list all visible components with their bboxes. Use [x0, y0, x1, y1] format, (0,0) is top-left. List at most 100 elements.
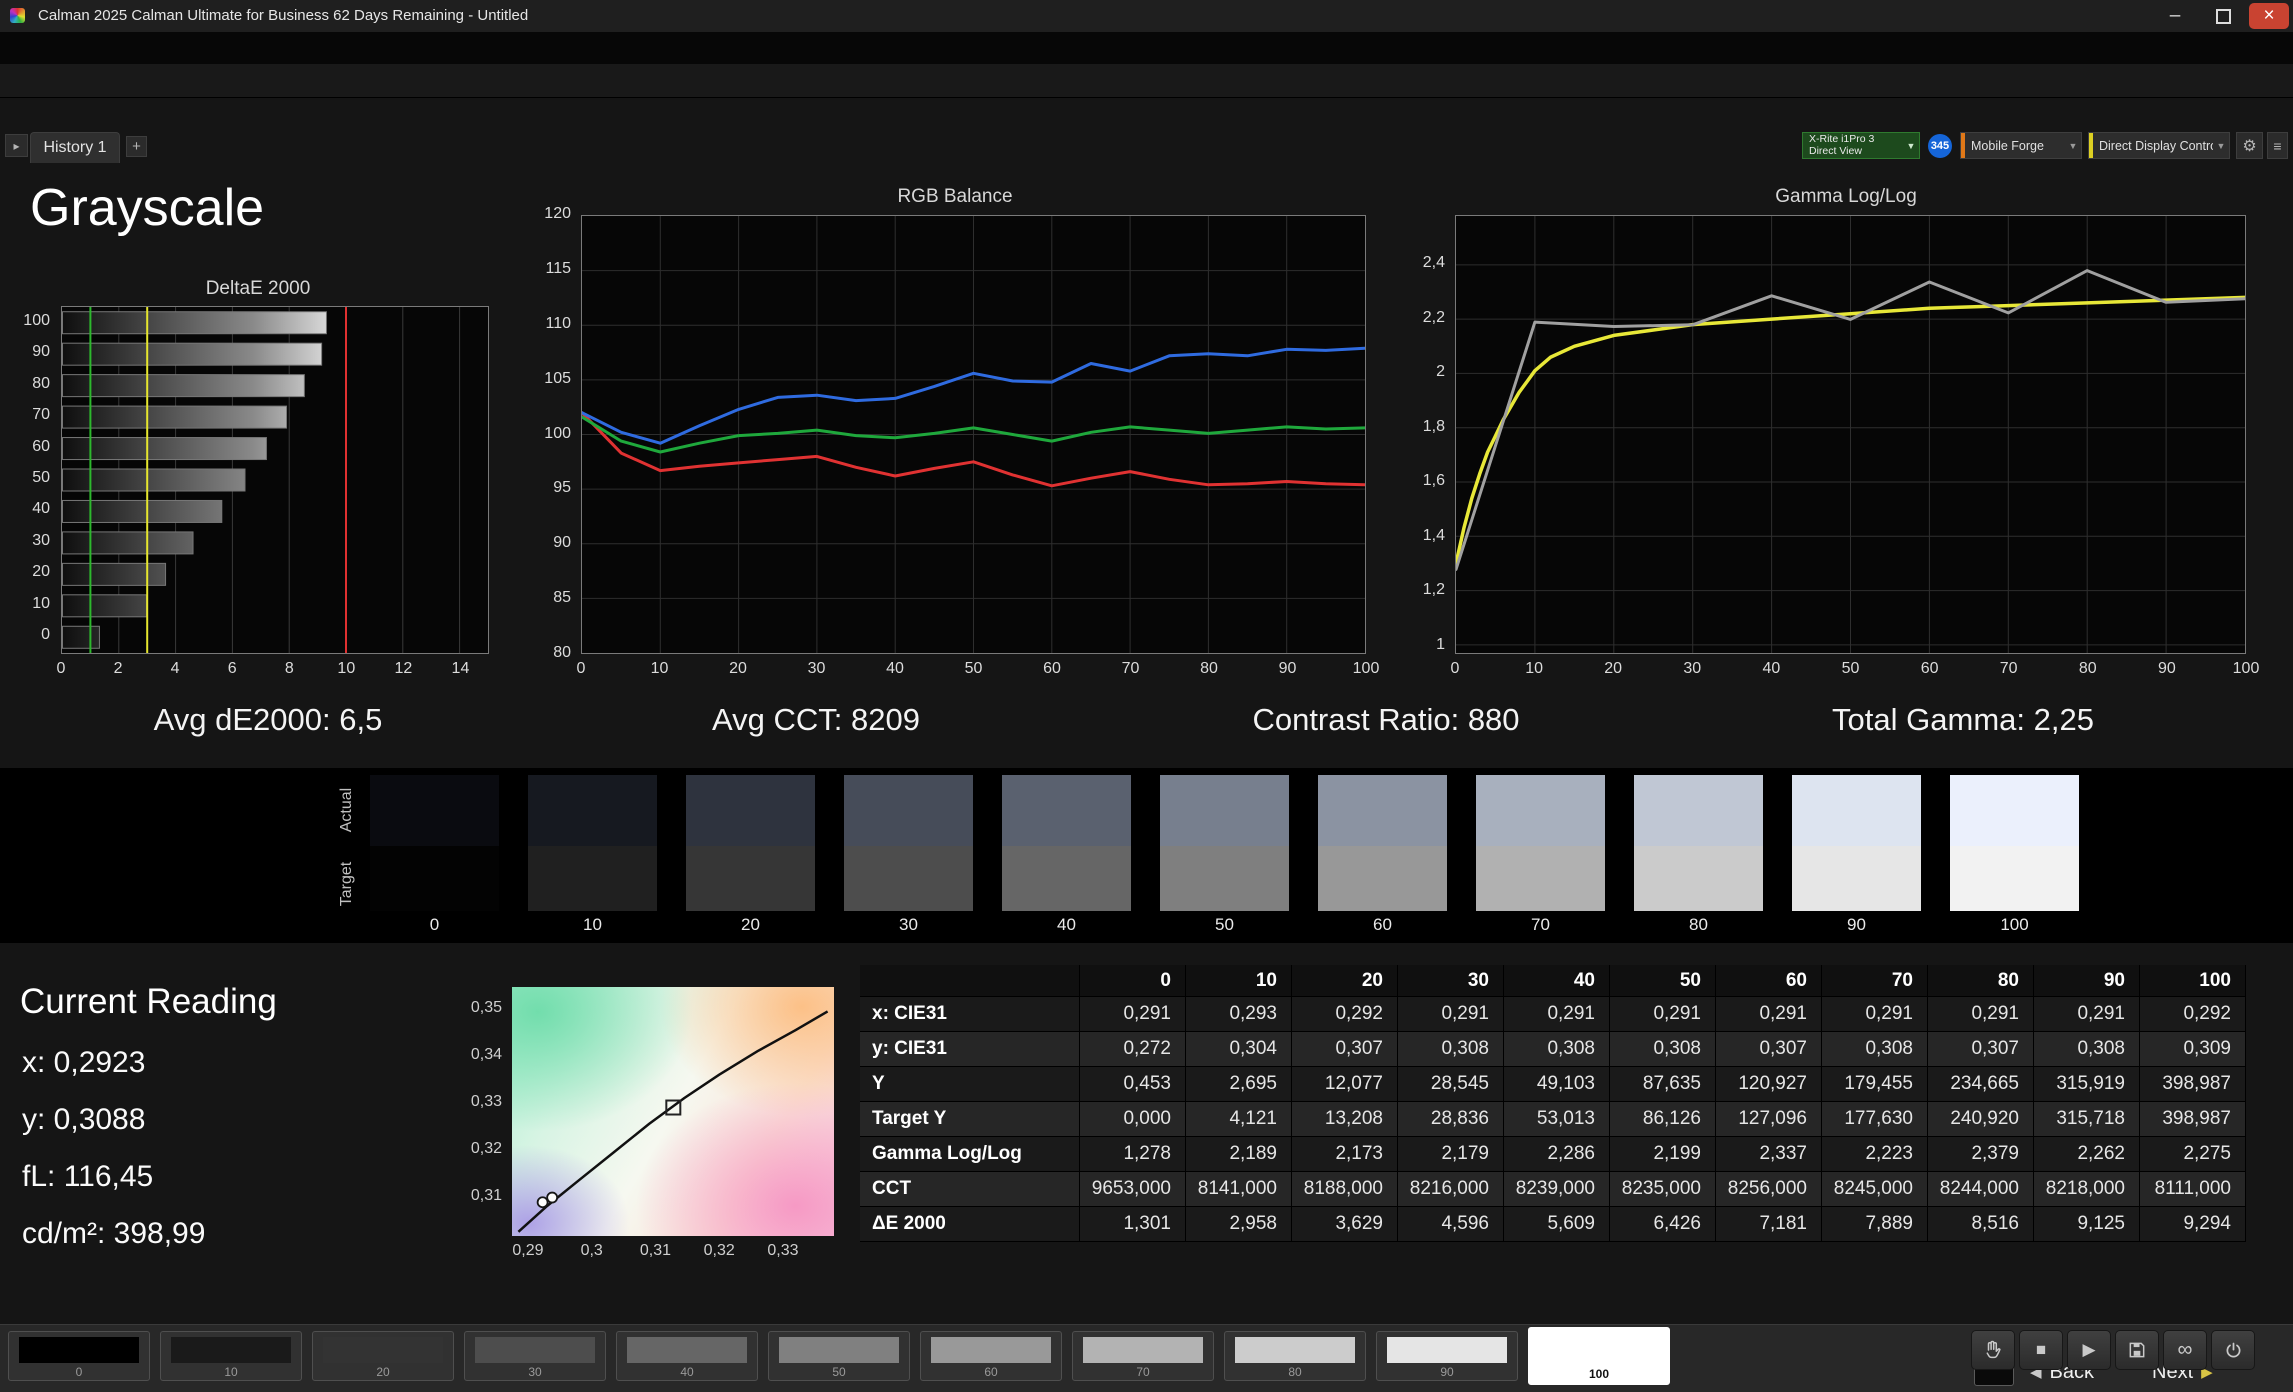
reading-line: y: 0,3088	[22, 1103, 146, 1136]
workspace-panel-button[interactable]: ≡	[2267, 132, 2288, 159]
swatch-20	[686, 775, 815, 911]
close-button[interactable]: ×	[2249, 3, 2289, 29]
cie-chromaticity-chart	[512, 987, 834, 1236]
table-cell: 0,291	[1716, 997, 1822, 1032]
gamma-plot-ytick: 2,2	[1422, 308, 1445, 326]
table-cell: 0,307	[1928, 1032, 2034, 1067]
current-reading-title: Current Reading	[20, 982, 277, 1021]
patch-fill	[1387, 1337, 1507, 1363]
meter-status-badge[interactable]: 345	[1928, 134, 1952, 158]
rgb-plot-ytick: 105	[544, 369, 571, 387]
meter-dropdown[interactable]: X-Rite i1Pro 3 Direct View ▼	[1802, 132, 1920, 159]
deltae-ytick: 30	[32, 531, 50, 549]
cie-svg	[517, 1010, 829, 1233]
swatch-actual	[1318, 775, 1447, 846]
display-control-dropdown[interactable]: Direct Display Control ▼	[2088, 132, 2230, 159]
rgb-plot-xtick: 90	[1278, 660, 1297, 677]
patch-label: 100	[1588, 1367, 1610, 1381]
table-cell: 2,199	[1610, 1137, 1716, 1172]
pattern-patch-80[interactable]: 80	[1224, 1331, 1366, 1381]
swatch-actual	[1160, 775, 1289, 846]
gamma-plot-ytick: 1,4	[1422, 526, 1445, 544]
history-panel-toggle[interactable]: ▸	[5, 134, 28, 157]
swatch-30	[844, 775, 973, 911]
stop-measurement-button[interactable]: ■	[2019, 1330, 2063, 1370]
gamma-plot-xtick: 70	[1999, 660, 2018, 677]
table-cell: 9,125	[2034, 1207, 2140, 1242]
pattern-patch-40[interactable]: 40	[616, 1331, 758, 1381]
deltae-ytick: 80	[32, 374, 50, 392]
table-cell: 0,291	[2034, 997, 2140, 1032]
gamma-plot-ytick: 1,8	[1422, 417, 1445, 435]
meter-label: X-Rite i1Pro 3 Direct View	[1803, 133, 1903, 157]
cie-xtick: 0,33	[767, 1242, 799, 1259]
table-cell: 49,103	[1504, 1067, 1610, 1102]
table-header-cell: 30	[1398, 965, 1504, 997]
continuous-measure-button[interactable]: ∞	[2163, 1330, 2207, 1370]
rgb-plot-xtick: 60	[1043, 660, 1061, 677]
rgb-plot-xtick: 70	[1121, 660, 1140, 677]
pattern-patch-100[interactable]: 100	[1528, 1327, 1670, 1385]
maximize-button[interactable]	[2201, 3, 2245, 29]
table-cell: 0,291	[1928, 997, 2034, 1032]
power-button[interactable]	[2211, 1330, 2255, 1370]
table-cell: 0,292	[1292, 997, 1398, 1032]
patch-label: 20	[376, 1365, 390, 1379]
deltae-ytick: 40	[32, 500, 50, 518]
settings-button[interactable]: ⚙	[2236, 132, 2263, 159]
save-button[interactable]	[2115, 1330, 2159, 1370]
minimize-button[interactable]: –	[2153, 3, 2197, 29]
tab-history-1[interactable]: History 1	[30, 132, 120, 163]
deltae-bar	[62, 437, 267, 461]
grayscale-data-table: 0 10 20 30 40 50 60 70 80 90 100 x: CIE31 0,291 0,293…	[860, 965, 2246, 1242]
single-measure-button[interactable]: ▶	[2067, 1330, 2111, 1370]
pattern-patch-50[interactable]: 50	[768, 1331, 910, 1381]
power-icon	[2226, 1342, 2240, 1357]
pattern-patch-60[interactable]: 60	[920, 1331, 1062, 1381]
gamma-plot-xtick: 10	[1525, 660, 1543, 677]
pattern-patch-0[interactable]: 0	[8, 1331, 150, 1381]
deltae-xtick: 10	[337, 660, 356, 677]
table-cell: 9653,000	[1080, 1172, 1186, 1207]
pattern-patch-20[interactable]: 20	[312, 1331, 454, 1381]
cie-ytick: 0,31	[470, 1186, 502, 1204]
table-cell: 0,308	[1398, 1032, 1504, 1067]
table-cell: 8188,000	[1292, 1172, 1398, 1207]
daylight-locus	[517, 1010, 829, 1233]
table-cell: 2,275	[2140, 1137, 2246, 1172]
stop-icon: ■	[2035, 1340, 2047, 1359]
add-tab-icon: +	[132, 138, 141, 155]
gamma-plot-ytick: 1,6	[1422, 472, 1445, 490]
display-control-accent	[2089, 133, 2093, 158]
table-row-label: Gamma Log/Log	[860, 1137, 1080, 1172]
table-cell: 240,920	[1928, 1102, 2034, 1137]
rgb-plot-ytick: 95	[553, 479, 571, 497]
pause-measurement-button[interactable]	[1971, 1330, 2015, 1370]
swatch-target	[1792, 846, 1921, 911]
infinity-icon: ∞	[2177, 1338, 2193, 1361]
table-header-cell: 20	[1292, 965, 1398, 997]
table-cell: 0,307	[1716, 1032, 1822, 1067]
swatch-80	[1634, 775, 1763, 911]
table-cell: 0,308	[1822, 1032, 1928, 1067]
table-cell: 8256,000	[1716, 1172, 1822, 1207]
rgb-plot-xtick: 10	[650, 660, 669, 677]
swatch-70	[1476, 775, 1605, 911]
pattern-patch-30[interactable]: 30	[464, 1331, 606, 1381]
add-tab-button[interactable]: +	[126, 136, 147, 157]
gamma-plot-ytick: 2,4	[1422, 254, 1445, 272]
table-cell: 87,635	[1610, 1067, 1716, 1102]
pattern-patch-90[interactable]: 90	[1376, 1331, 1518, 1381]
pattern-patch-70[interactable]: 70	[1072, 1331, 1214, 1381]
cie-ytick: 0,32	[470, 1139, 502, 1157]
rgb-plot-xtick: 100	[1352, 660, 1380, 677]
rgb-plot-ytick: 120	[544, 205, 571, 222]
source-dropdown[interactable]: Mobile Forge ▼	[1960, 132, 2082, 159]
patch-label: 10	[224, 1365, 238, 1379]
total-gamma-stat: Total Gamma: 2,25	[1832, 702, 2094, 737]
swatch-label: 80	[1689, 915, 1708, 934]
patch-fill	[627, 1337, 747, 1363]
table-cell: 0,453	[1080, 1067, 1186, 1102]
pattern-patch-10[interactable]: 10	[160, 1331, 302, 1381]
table-header-cell: 100	[2140, 965, 2246, 997]
